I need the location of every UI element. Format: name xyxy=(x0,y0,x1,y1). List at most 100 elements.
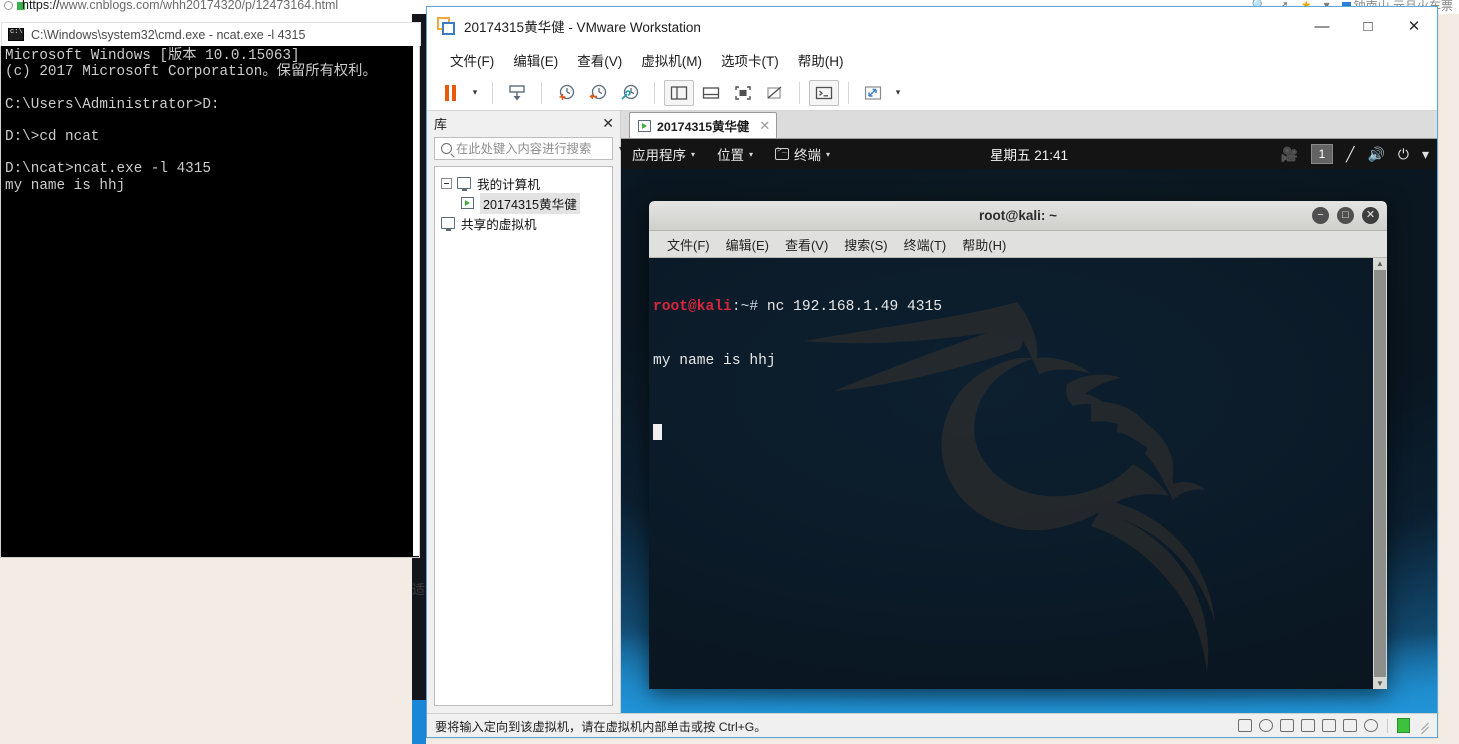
chevron-down-icon: ▾ xyxy=(691,149,696,159)
take-snapshot-button[interactable] xyxy=(551,80,581,106)
terminal-menu-item-4[interactable]: 终端(T) xyxy=(896,235,955,254)
library-header: 库 ✕ xyxy=(427,111,620,135)
vmware-titlebar[interactable]: 20174315黄华健 - VMware Workstation — □ ✕ xyxy=(427,7,1437,45)
terminal-command: nc 192.168.1.49 4315 xyxy=(766,299,943,315)
cmd-icon xyxy=(8,28,24,41)
vm-console-screen[interactable]: 应用程序 ▾ 位置 ▾ 终端 ▾ 星期五 21:41 xyxy=(621,139,1437,713)
menu-terminal[interactable]: 终端 ▾ xyxy=(764,139,841,169)
volume-icon[interactable]: 🔊 xyxy=(1367,147,1384,161)
close-icon[interactable]: ✕ xyxy=(759,118,770,134)
applications-label: 应用程序 xyxy=(632,148,686,163)
page-info-icon[interactable] xyxy=(4,1,13,10)
snapshot-manager-icon xyxy=(621,84,639,100)
menu-tabs[interactable]: 选项卡(T) xyxy=(712,46,788,74)
menu-vm[interactable]: 虚拟机(M) xyxy=(632,46,711,74)
tree-item-label: 共享的虚拟机 xyxy=(461,217,537,232)
screencast-icon[interactable]: 🎥 xyxy=(1281,147,1298,161)
vmware-toolbar: ▾ ▾ xyxy=(427,75,1437,111)
usb-icon[interactable] xyxy=(1343,719,1357,732)
terminal-menu-item-0[interactable]: 文件(F) xyxy=(659,235,718,254)
terminal-scrollbar[interactable]: ▲ ▼ xyxy=(1373,258,1387,689)
network-icon[interactable]: ╱ xyxy=(1346,147,1354,161)
menu-file[interactable]: 文件(F) xyxy=(441,46,503,74)
terminal-menu-item-2[interactable]: 查看(V) xyxy=(777,235,836,254)
menu-edit[interactable]: 编辑(E) xyxy=(504,46,567,74)
cd-dvd-icon[interactable] xyxy=(1259,719,1273,732)
terminal-prompt-line: root@kali:~# nc 192.168.1.49 4315 xyxy=(653,298,1387,316)
tab-vm[interactable]: 20174315黄华健 ✕ xyxy=(629,112,778,138)
vmware-statusbar: 要将输入定向到该虚拟机，请在虚拟机内部单击或按 Ctrl+G。 xyxy=(427,713,1437,737)
display-icon[interactable] xyxy=(1364,719,1378,732)
vmware-workstation-window[interactable]: 20174315黄华健 - VMware Workstation — □ ✕ 文… xyxy=(426,6,1438,738)
menu-applications[interactable]: 应用程序 ▾ xyxy=(621,139,706,169)
sound-icon[interactable] xyxy=(1322,719,1336,732)
vm-area: 20174315黄华健 ✕ 应用程序 ▾ 位置 ▾ >_ 终端 ▾ 星期五 21… xyxy=(621,111,1437,713)
cmd-console-output[interactable]: Microsoft Windows [版本 10.0.15063] (c) 20… xyxy=(1,46,415,556)
printer-icon[interactable] xyxy=(1301,719,1315,732)
menu-help[interactable]: 帮助(H) xyxy=(789,46,853,74)
menu-places[interactable]: 位置 ▾ xyxy=(706,139,764,169)
message-icon[interactable] xyxy=(1397,718,1410,733)
terminal-output-line: my name is hhj xyxy=(653,353,776,369)
close-icon[interactable]: ✕ xyxy=(602,115,614,132)
power-dropdown[interactable]: ▾ xyxy=(467,87,483,98)
address-bar[interactable]: https://www.cnblogs.com/whh20174320/p/12… xyxy=(22,0,338,12)
unity-mode-button[interactable] xyxy=(760,80,790,106)
workspace-indicator[interactable]: 1 xyxy=(1311,144,1334,164)
cmd-titlebar[interactable]: C:\Windows\system32\cmd.exe - ncat.exe -… xyxy=(1,22,421,46)
tree-item-1[interactable]: 20174315黄华健 xyxy=(435,192,612,214)
minimize-button[interactable]: — xyxy=(1299,7,1345,45)
network-icon[interactable] xyxy=(1280,719,1294,732)
search-input[interactable] xyxy=(456,141,615,156)
cmd-window[interactable]: C:\Windows\system32\cmd.exe - ncat.exe -… xyxy=(0,22,421,558)
tree-item-2[interactable]: 共享的虚拟机 xyxy=(435,213,612,233)
terminal-menu-item-1[interactable]: 编辑(E) xyxy=(718,235,777,254)
close-button[interactable]: ✕ xyxy=(1391,7,1437,45)
kali-desktop[interactable]: root@kali: ~ − □ ✕ 文件(F) 编辑(E) 查看(V) 搜索(S) 终… xyxy=(621,169,1437,713)
close-button[interactable]: ✕ xyxy=(1362,207,1379,224)
hard-disk-icon[interactable] xyxy=(1238,719,1252,732)
pause-button[interactable] xyxy=(435,80,465,106)
toolbar-separator xyxy=(492,81,493,104)
cmd-scrollbar[interactable] xyxy=(413,46,419,556)
expand-toggle-icon[interactable] xyxy=(441,177,452,189)
stretch-guest-button[interactable] xyxy=(858,80,888,106)
maximize-button[interactable]: □ xyxy=(1345,7,1391,45)
minimize-button[interactable]: − xyxy=(1312,207,1329,224)
vmware-main-area: 库 ✕ ▾ 我的计算机20174315黄华健共享的虚拟机 20174315黄华健… xyxy=(427,111,1437,713)
resize-grip-icon[interactable] xyxy=(1419,720,1431,732)
revert-snapshot-button[interactable] xyxy=(583,80,613,106)
tree-item-0[interactable]: 我的计算机 xyxy=(435,173,612,193)
maximize-button[interactable]: □ xyxy=(1337,207,1354,224)
tab-label: 20174315黄华健 xyxy=(657,119,750,134)
stretch-dropdown[interactable]: ▾ xyxy=(890,87,906,98)
send-ctrl-alt-del-button[interactable] xyxy=(502,80,532,106)
tree-item-label: 20174315黄华健 xyxy=(480,192,580,214)
terminal-menu-item-3[interactable]: 搜索(S) xyxy=(836,235,895,254)
scrollbar-thumb[interactable] xyxy=(1374,270,1386,677)
toolbar-separator xyxy=(799,81,800,104)
terminal-titlebar[interactable]: root@kali: ~ − □ ✕ xyxy=(649,201,1387,231)
kali-terminal-window[interactable]: root@kali: ~ − □ ✕ 文件(F) 编辑(E) 查看(V) 搜索(S) 终… xyxy=(649,201,1387,689)
scroll-up-arrow[interactable]: ▲ xyxy=(1376,258,1384,269)
tree-item-label: 我的计算机 xyxy=(477,177,540,192)
scroll-down-arrow[interactable]: ▼ xyxy=(1376,678,1384,689)
menu-view[interactable]: 查看(V) xyxy=(568,46,631,74)
full-screen-button[interactable] xyxy=(728,80,758,106)
status-separator xyxy=(1387,718,1388,733)
power-icon[interactable]: ⏻ xyxy=(1398,147,1409,161)
terminal-menu-item-5[interactable]: 帮助(H) xyxy=(954,235,1014,254)
console-view-button[interactable] xyxy=(809,79,839,106)
panel-left-icon xyxy=(670,85,688,100)
library-search-box[interactable]: ▾ xyxy=(434,137,623,160)
shared-vm-icon xyxy=(441,217,455,231)
kali-panel-tray: 🎥 1 ╱ 🔊 ⏻ ▾ xyxy=(1281,144,1429,164)
pause-icon xyxy=(444,84,456,101)
show-thumbnail-bar-button[interactable] xyxy=(696,80,726,106)
chevron-down-icon[interactable]: ▾ xyxy=(1422,147,1429,161)
vm-icon xyxy=(461,197,474,209)
show-library-button[interactable] xyxy=(664,79,694,106)
snapshot-revert-icon xyxy=(589,84,607,99)
terminal-body[interactable]: root@kali:~# nc 192.168.1.49 4315 my nam… xyxy=(649,258,1387,689)
snapshot-manager-button[interactable] xyxy=(615,80,645,106)
